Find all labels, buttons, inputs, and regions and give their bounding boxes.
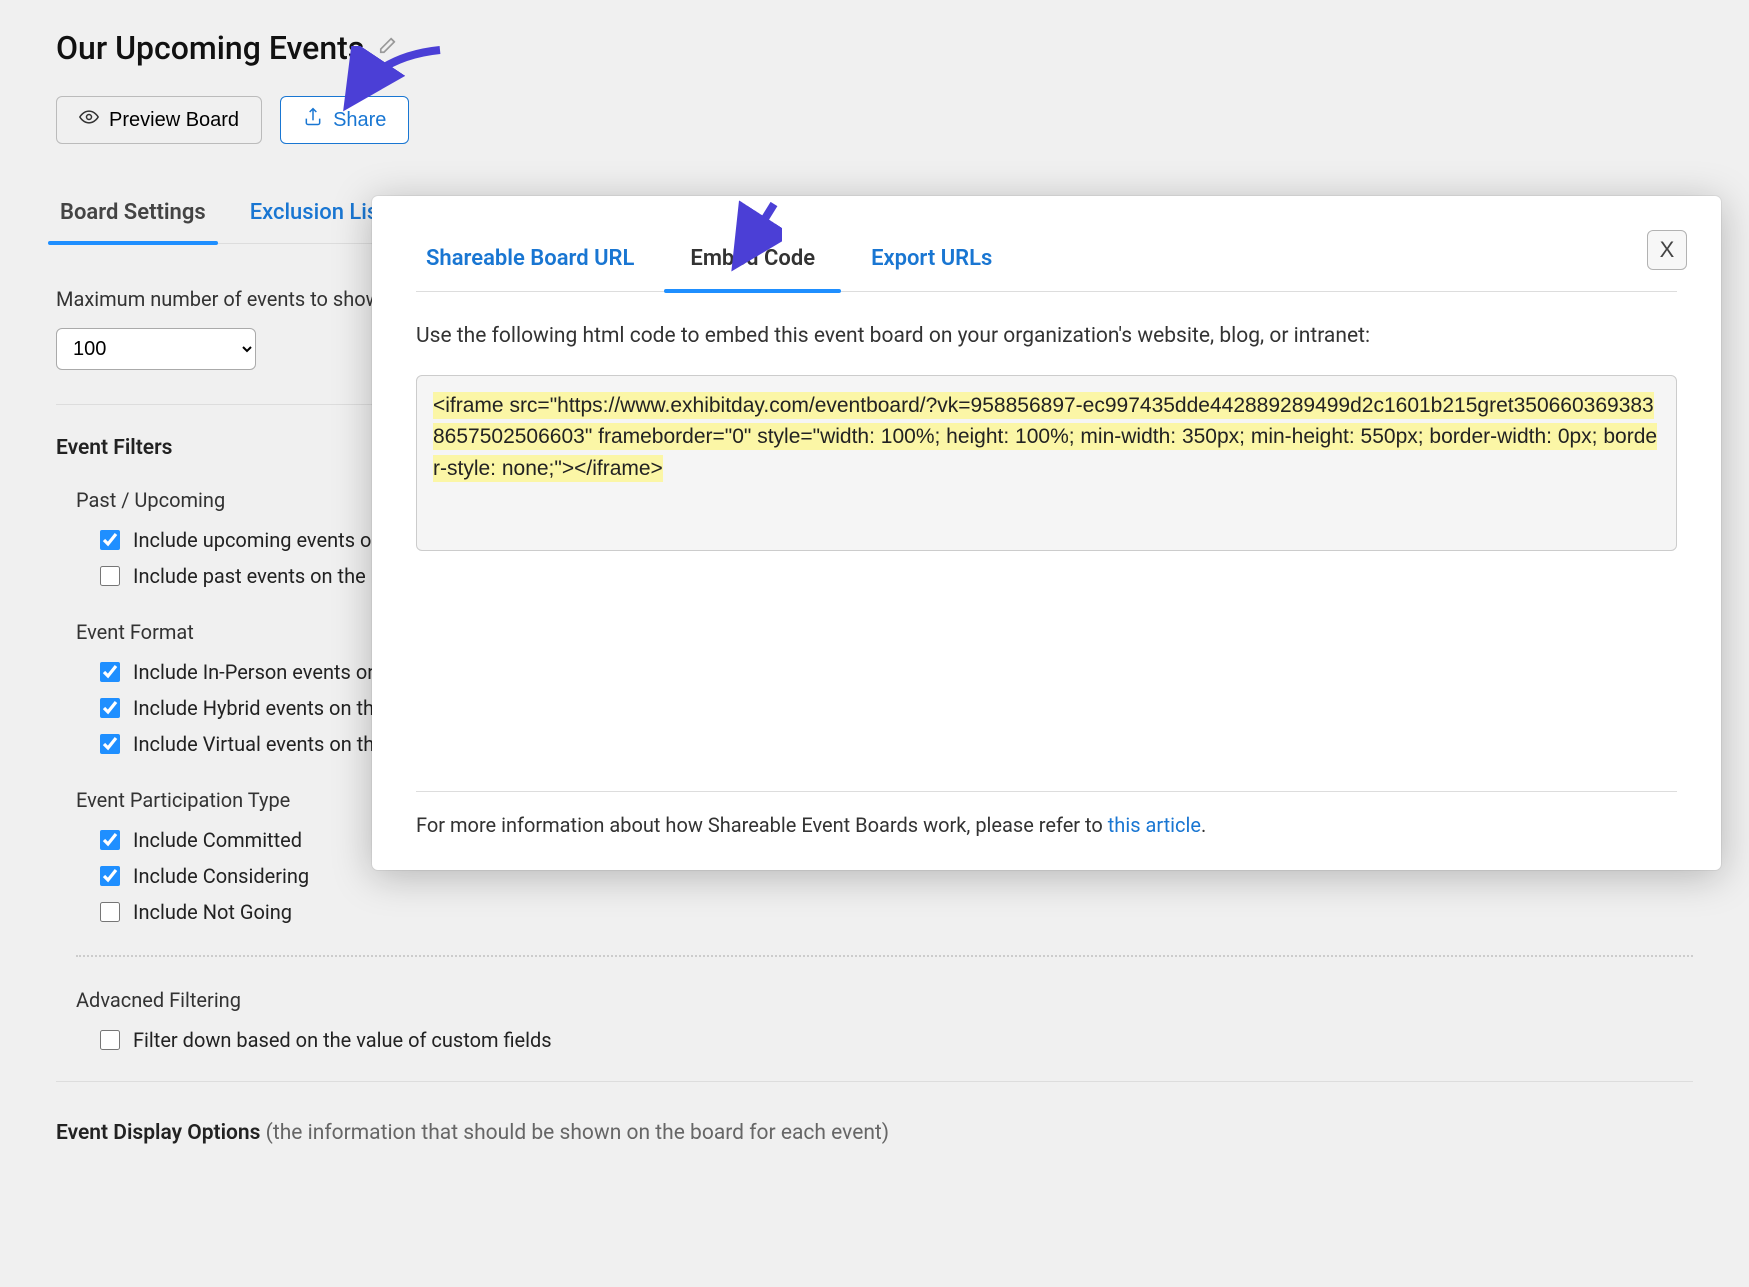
mtab-export-urls[interactable]: Export URLs: [861, 230, 1002, 291]
share-button[interactable]: Share: [280, 96, 409, 144]
modal-footer-text: For more information about how Shareable…: [416, 813, 1108, 837]
dotted-divider: [76, 955, 1693, 957]
chk-notgoing-label: Include Not Going: [133, 897, 292, 927]
tab-board-settings[interactable]: Board Settings: [56, 188, 210, 243]
chk-considering-label: Include Considering: [133, 861, 309, 891]
mtab-shareable-url[interactable]: Shareable Board URL: [416, 230, 644, 291]
display-options-title: Event Display Options: [56, 1121, 260, 1145]
divider-2: [56, 1081, 1693, 1082]
group-advanced-title: Advacned Filtering: [76, 985, 1693, 1015]
chk-committed-label: Include Committed: [133, 825, 302, 855]
modal-footer-link[interactable]: this article: [1108, 813, 1201, 837]
max-events-select[interactable]: 100: [56, 328, 256, 370]
chk-filter-custom-label: Filter down based on the value of custom…: [133, 1025, 552, 1055]
chk-inperson[interactable]: [100, 662, 120, 682]
share-icon: [303, 107, 323, 133]
eye-icon: [79, 107, 99, 133]
share-label: Share: [333, 109, 386, 132]
modal-footer-suffix: .: [1201, 813, 1206, 837]
event-display-options: Event Display Options (the information t…: [56, 1118, 1693, 1150]
modal-footer: For more information about how Shareable…: [416, 791, 1677, 840]
display-options-hint: (the information that should be shown on…: [266, 1121, 889, 1145]
chk-upcoming[interactable]: [100, 530, 120, 550]
chk-notgoing[interactable]: [100, 902, 120, 922]
share-dialog: X Shareable Board URL Embed Code Export …: [372, 196, 1721, 870]
chk-considering[interactable]: [100, 866, 120, 886]
close-button[interactable]: X: [1647, 230, 1687, 270]
edit-title-icon[interactable]: [378, 33, 400, 64]
chk-past[interactable]: [100, 566, 120, 586]
chk-filter-custom[interactable]: [100, 1030, 120, 1050]
preview-board-label: Preview Board: [109, 109, 239, 132]
tab-exclusion-list[interactable]: Exclusion List: [246, 188, 390, 243]
embed-code-text: <iframe src="https://www.exhibitday.com/…: [433, 392, 1657, 482]
chk-committed[interactable]: [100, 830, 120, 850]
mtab-embed-code[interactable]: Embed Code: [680, 230, 825, 291]
chk-virtual[interactable]: [100, 734, 120, 754]
modal-tabs: Shareable Board URL Embed Code Export UR…: [416, 230, 1677, 292]
embed-code-box[interactable]: <iframe src="https://www.exhibitday.com/…: [416, 375, 1677, 551]
preview-board-button[interactable]: Preview Board: [56, 96, 262, 144]
modal-description: Use the following html code to embed thi…: [416, 320, 1677, 353]
chk-hybrid[interactable]: [100, 698, 120, 718]
page-title: Our Upcoming Events: [56, 24, 364, 72]
